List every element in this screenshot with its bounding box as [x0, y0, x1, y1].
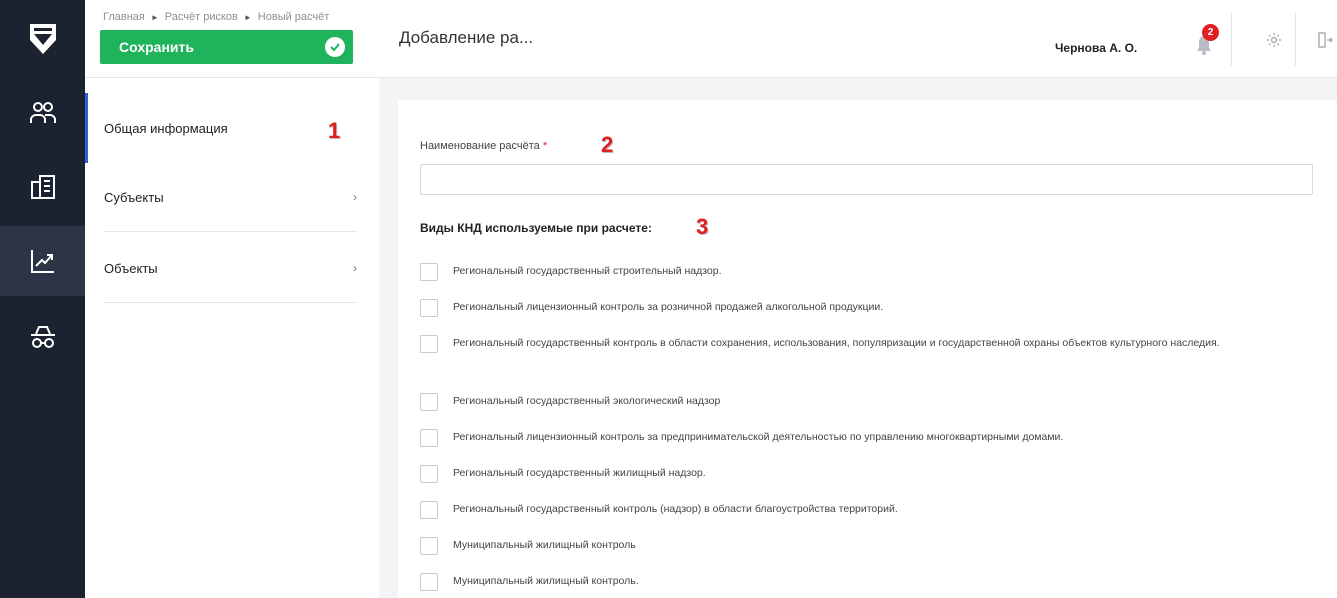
nav-item-objects[interactable]: Объекты › [85, 233, 379, 303]
calculation-name-input[interactable] [420, 164, 1313, 195]
knd-option-label: Региональный лицензионный контроль за пр… [453, 431, 1064, 443]
building-icon [30, 175, 55, 199]
notifications-button[interactable]: 2 [1190, 24, 1220, 60]
nav-item-label: Объекты [104, 260, 158, 276]
knd-option-label: Региональный государственный жилищный на… [453, 467, 706, 479]
settings-button[interactable] [1264, 30, 1284, 50]
logout-button[interactable] [1315, 30, 1335, 50]
breadcrumb-risk-calc[interactable]: Расчёт рисков [165, 11, 238, 23]
knd-option-checkbox[interactable] [420, 299, 438, 317]
knd-option[interactable]: Региональный государственный контроль в … [420, 335, 1220, 353]
nav-divider [104, 302, 357, 303]
knd-option[interactable]: Региональный государственный жилищный на… [420, 465, 706, 483]
users-icon [29, 102, 56, 123]
user-name[interactable]: Чернова А. О. [1055, 41, 1137, 55]
incognito-icon [30, 326, 55, 348]
knd-option[interactable]: Региональный государственный экологическ… [420, 393, 720, 411]
knd-option-label: Муниципальный жилищный контроль. [453, 575, 639, 587]
breadcrumb: Главная ► Расчёт рисков ► Новый расчёт [103, 11, 329, 23]
rail-item-organizations[interactable] [0, 152, 85, 222]
nav-item-subjects[interactable]: Субъекты › [85, 162, 379, 232]
nav-item-label: Субъекты [104, 189, 164, 205]
notification-badge: 2 [1202, 24, 1219, 41]
logout-icon [1318, 32, 1333, 48]
section-nav: Общая информация Субъекты › Объекты › 1 [85, 78, 379, 598]
knd-option[interactable]: Региональный лицензионный контроль за пр… [420, 429, 1063, 447]
knd-option-label: Региональный государственный строительны… [453, 265, 722, 277]
header-divider [1295, 12, 1296, 66]
page-title: Добавление ра... [399, 28, 534, 47]
header-divider [1231, 12, 1232, 66]
top-header: Главная ► Расчёт рисков ► Новый расчёт С… [85, 0, 1337, 78]
knd-option[interactable]: Региональный лицензионный контроль за ро… [420, 299, 883, 317]
rail-item-users[interactable] [0, 78, 85, 148]
nav-divider [104, 231, 357, 232]
check-icon [325, 37, 345, 57]
calculation-name-label: Наименование расчёта * [420, 140, 547, 152]
knd-option-checkbox[interactable] [420, 335, 438, 353]
knd-option[interactable]: Региональный государственный строительны… [420, 263, 722, 281]
annotation-marker-2: 2 [601, 132, 614, 157]
nav-item-label: Общая информация [104, 120, 228, 136]
chevron-right-icon: › [353, 261, 357, 275]
knd-option-checkbox[interactable] [420, 393, 438, 411]
knd-option[interactable]: Региональный государственный контроль (н… [420, 501, 898, 519]
shield-logo-icon[interactable] [0, 0, 85, 78]
breadcrumb-separator-icon: ► [150, 12, 159, 22]
knd-option-label: Региональный лицензионный контроль за ро… [453, 301, 884, 313]
knd-option-checkbox[interactable] [420, 501, 438, 519]
required-mark: * [542, 140, 548, 152]
knd-types-title: Виды КНД используемые при расчете: [420, 221, 652, 235]
knd-option-checkbox[interactable] [420, 537, 438, 555]
save-button-label: Сохранить [119, 39, 194, 55]
chevron-right-icon: › [353, 190, 357, 204]
rail-item-incognito[interactable] [0, 302, 85, 372]
rail-item-risk-calculation[interactable] [0, 226, 85, 296]
knd-option-checkbox[interactable] [420, 263, 438, 281]
gear-icon [1267, 33, 1281, 47]
knd-option-checkbox[interactable] [420, 573, 438, 591]
knd-option-checkbox[interactable] [420, 465, 438, 483]
annotation-marker-1: 1 [328, 118, 341, 143]
save-button[interactable]: Сохранить [100, 30, 353, 64]
annotation-marker-3: 3 [696, 214, 709, 239]
chart-trend-icon [30, 250, 54, 273]
calculation-name-label-text: Наименование расчёта [420, 140, 540, 152]
breadcrumb-separator-icon: ► [243, 12, 252, 22]
main-rail [0, 0, 85, 598]
knd-option[interactable]: Муниципальный жилищный контроль [420, 537, 636, 555]
knd-option-label: Муниципальный жилищный контроль [453, 539, 636, 551]
knd-option-label: Региональный государственный контроль (н… [453, 503, 898, 515]
knd-option-label: Региональный государственный экологическ… [453, 395, 721, 407]
breadcrumb-current: Новый расчёт [257, 11, 330, 23]
form-card: Наименование расчёта * 2 Виды КНД исполь… [398, 100, 1337, 598]
knd-option-checkbox[interactable] [420, 429, 438, 447]
breadcrumb-home[interactable]: Главная [103, 11, 145, 23]
knd-option[interactable]: Муниципальный жилищный контроль. [420, 573, 639, 591]
knd-option-label: Региональный государственный контроль в … [453, 337, 1220, 349]
